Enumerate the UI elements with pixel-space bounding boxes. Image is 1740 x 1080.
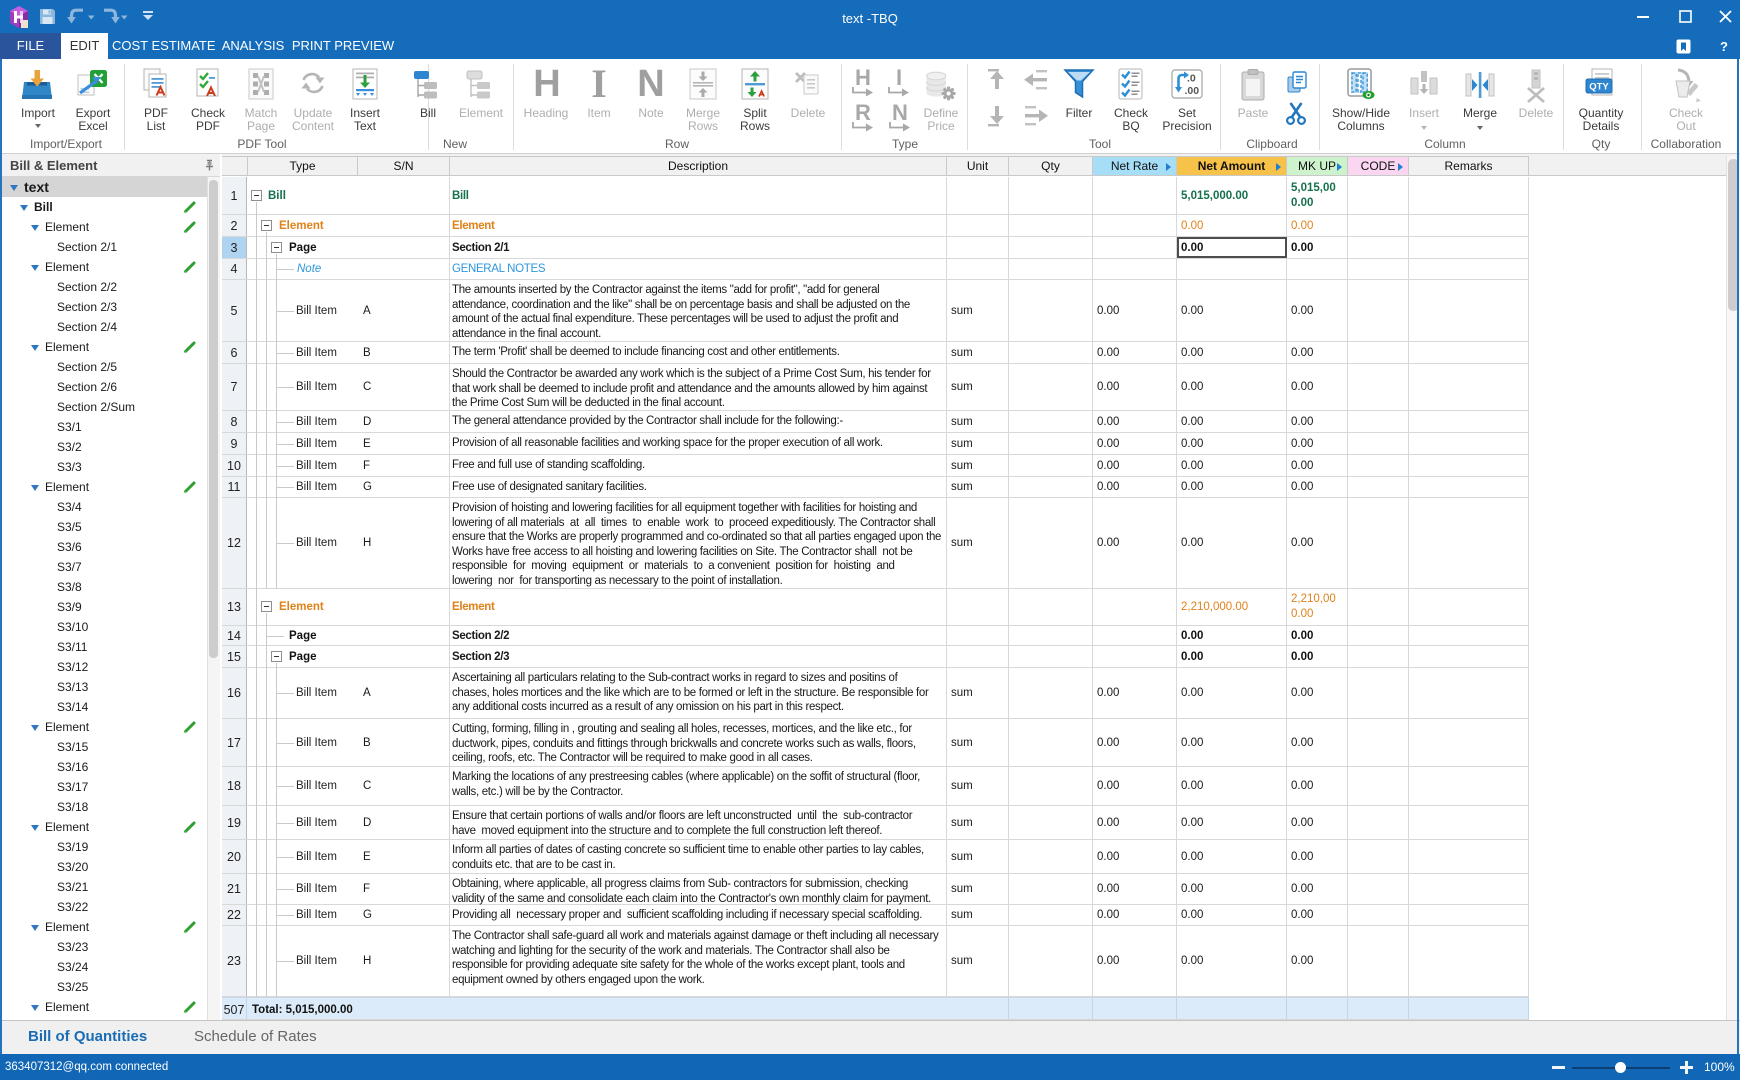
svg-text:QTY: QTY <box>1589 82 1609 93</box>
svg-text:.00: .00 <box>1185 85 1200 97</box>
svg-text:.0: .0 <box>1187 73 1196 85</box>
